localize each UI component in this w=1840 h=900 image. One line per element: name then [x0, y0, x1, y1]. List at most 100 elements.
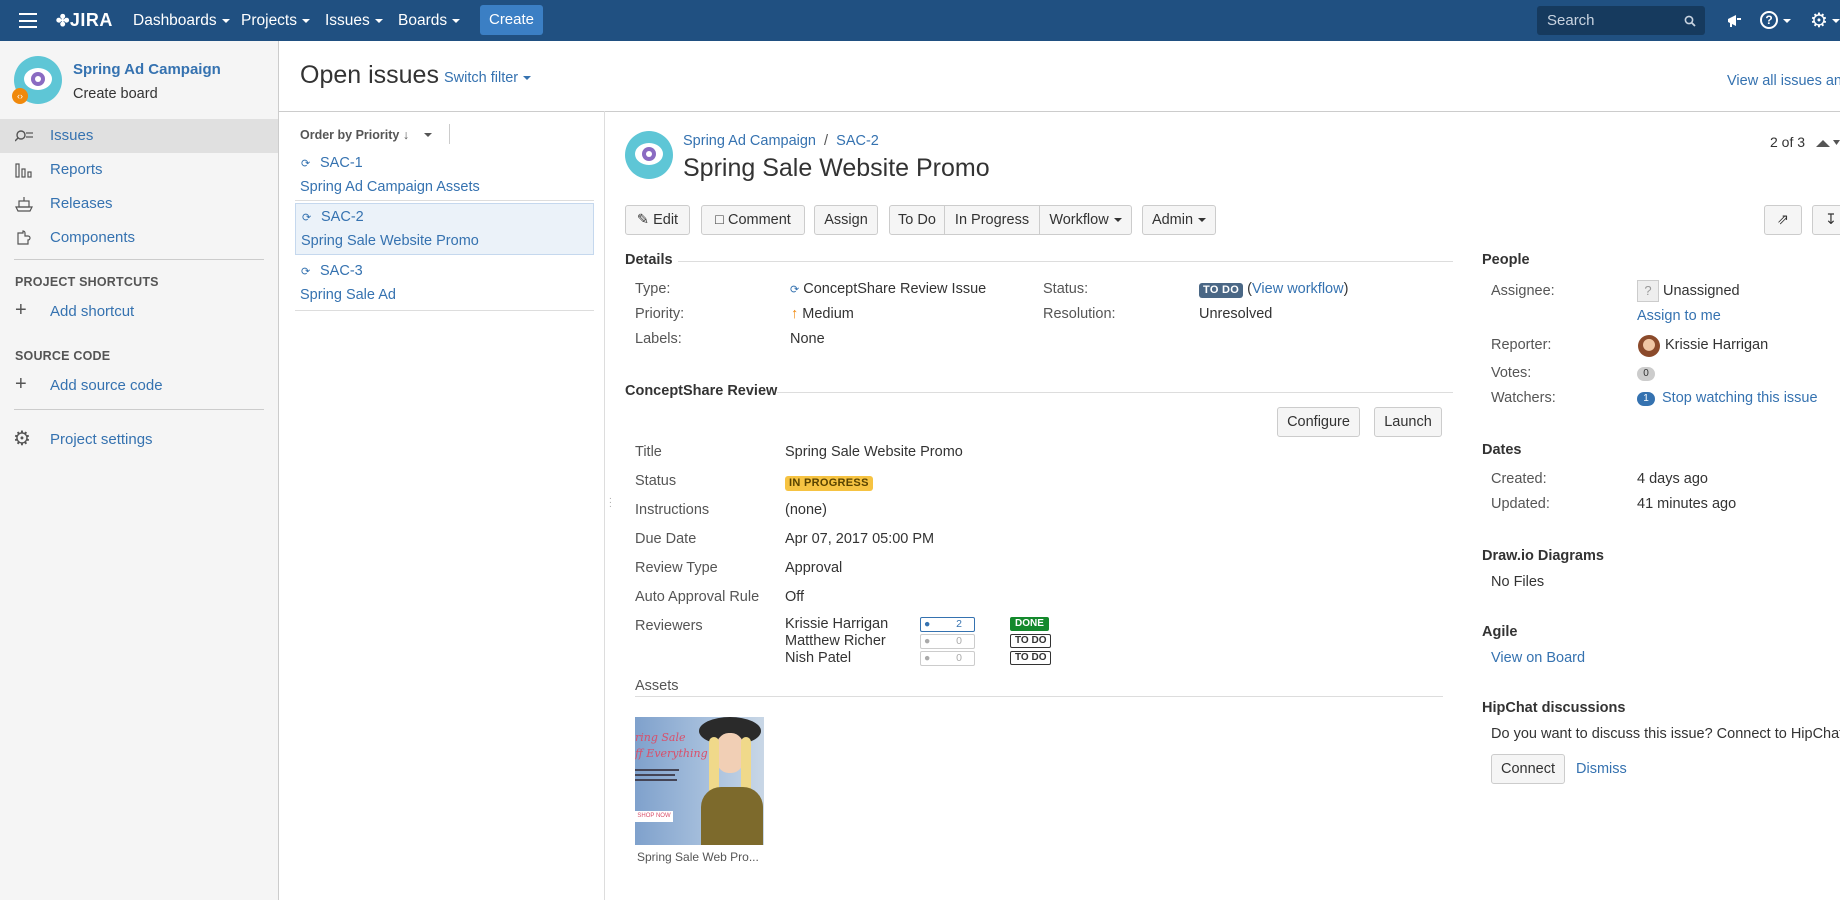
- launch-button[interactable]: Launch: [1374, 407, 1442, 437]
- breadcrumb-issue-key-link[interactable]: SAC-2: [836, 133, 879, 149]
- edit-button[interactable]: ✎ Edit: [625, 205, 690, 235]
- comment-button[interactable]: □ Comment: [701, 205, 805, 235]
- resolution-label: Resolution:: [1043, 306, 1116, 322]
- notifications-icon[interactable]: [1726, 12, 1743, 29]
- created-label: Created:: [1491, 471, 1547, 487]
- reviewer-comments-count[interactable]: ● 2: [920, 617, 975, 632]
- add-source-code-link[interactable]: + Add source code: [0, 369, 278, 403]
- list-item[interactable]: ⟳ SAC-1 Spring Ad Campaign Assets: [295, 149, 594, 201]
- reviewer-status-badge: DONE: [1010, 617, 1049, 631]
- view-workflow-link[interactable]: View workflow: [1252, 281, 1344, 297]
- instructions-value: (none): [785, 502, 827, 518]
- dates-heading: Dates: [1482, 442, 1522, 458]
- stop-watching-link[interactable]: Stop watching this issue: [1662, 390, 1818, 406]
- conceptshare-review-heading: ConceptShare Review: [625, 383, 778, 399]
- assets-label: Assets: [635, 678, 679, 694]
- next-issue-arrow-icon[interactable]: [1833, 138, 1840, 148]
- type-label: Type:: [635, 281, 671, 297]
- order-by-dropdown[interactable]: Order by Priority ↓: [300, 128, 409, 142]
- view-on-board-link[interactable]: View on Board: [1491, 650, 1585, 666]
- labels-value[interactable]: None: [790, 331, 825, 347]
- previous-issue-arrow-icon[interactable]: [1815, 138, 1831, 148]
- to-do-button[interactable]: To Do: [889, 205, 945, 235]
- issue-key: SAC-1: [320, 155, 363, 171]
- sidebar-item-issues[interactable]: Issues: [0, 119, 278, 153]
- auto-approval-label: Auto Approval Rule: [635, 589, 760, 605]
- sidebar-item-releases[interactable]: Releases: [0, 187, 278, 221]
- in-progress-button[interactable]: In Progress: [944, 205, 1040, 235]
- view-all-issues-link[interactable]: View all issues an: [1727, 73, 1840, 89]
- share-button[interactable]: ⇗: [1764, 205, 1802, 235]
- create-button[interactable]: Create: [480, 5, 543, 35]
- jira-logo-icon: ✤: [56, 13, 70, 30]
- due-date-label: Due Date: [635, 531, 697, 547]
- assign-to-me-link[interactable]: Assign to me: [1637, 308, 1721, 324]
- reviewer-comments-count[interactable]: ● 0: [920, 634, 975, 649]
- list-item[interactable]: ⟳ SAC-3 Spring Sale Ad: [295, 257, 594, 311]
- search-input[interactable]: Search: [1537, 6, 1705, 35]
- reviewer-comments-count[interactable]: ● 0: [920, 651, 975, 666]
- pencil-icon: ✎: [636, 212, 650, 228]
- connect-button[interactable]: Connect: [1491, 754, 1565, 784]
- reports-icon: [15, 163, 32, 178]
- asset-thumbnail[interactable]: ring Sale ff Everything SHOP NOW: [635, 717, 764, 845]
- asset-art-line-2: ff Everything: [635, 747, 708, 760]
- assign-button[interactable]: Assign: [814, 205, 878, 235]
- nav-projects[interactable]: Projects: [241, 0, 310, 41]
- details-heading: Details: [625, 252, 673, 268]
- reporter-avatar: [1638, 335, 1660, 357]
- jira-logo[interactable]: ✤JIRA: [56, 0, 113, 41]
- votes-count-badge[interactable]: 0: [1637, 367, 1655, 381]
- export-button[interactable]: ↧: [1812, 205, 1840, 235]
- due-date-value: Apr 07, 2017 05:00 PM: [785, 531, 935, 547]
- reporter-value[interactable]: Krissie Harrigan: [1665, 337, 1768, 353]
- list-item[interactable]: ⟳ SAC-2 Spring Sale Website Promo: [295, 203, 594, 255]
- issue-summary: Spring Sale Ad: [300, 287, 396, 303]
- settings-gear-icon[interactable]: ⚙: [1810, 8, 1828, 33]
- plus-icon: +: [15, 373, 27, 395]
- hipchat-heading: HipChat discussions: [1482, 700, 1626, 716]
- issue-type-icon: ⟳: [302, 212, 312, 224]
- agile-heading: Agile: [1482, 624, 1518, 640]
- priority-value: ↑ Medium: [791, 306, 854, 322]
- project-settings-link[interactable]: ⚙ Project settings: [0, 423, 278, 457]
- app-switcher-icon[interactable]: [19, 13, 37, 28]
- order-direction-toggle[interactable]: [424, 133, 432, 137]
- review-type-value: Approval: [785, 560, 843, 576]
- resize-handle[interactable]: ...: [609, 492, 612, 510]
- configure-button[interactable]: Configure: [1277, 407, 1360, 437]
- resolution-value: Unresolved: [1199, 306, 1273, 322]
- sidebar-item-reports[interactable]: Reports: [0, 153, 278, 187]
- switch-filter-dropdown[interactable]: Switch filter: [444, 70, 532, 86]
- type-value: ⟳ ConceptShare Review Issue: [790, 281, 987, 297]
- nav-boards[interactable]: Boards: [398, 0, 461, 41]
- top-navigation: ✤JIRA Dashboards Projects Issues Boards …: [0, 0, 1840, 41]
- project-name[interactable]: Spring Ad Campaign: [73, 61, 221, 78]
- help-icon[interactable]: ?: [1760, 11, 1778, 29]
- sidebar-item-components[interactable]: Components: [0, 221, 278, 255]
- components-icon: [17, 230, 31, 245]
- asset-caption[interactable]: Spring Sale Web Pro...: [637, 850, 759, 864]
- dismiss-link[interactable]: Dismiss: [1576, 761, 1627, 777]
- project-sidebar: ‹› Spring Ad Campaign Create board Issue…: [0, 41, 279, 900]
- assignee-value: Unassigned: [1663, 283, 1740, 299]
- people-heading: People: [1482, 252, 1530, 268]
- issue-pager: 2 of 3: [1770, 134, 1806, 150]
- status-badge: TO DO: [1199, 283, 1244, 298]
- breadcrumb-project-link[interactable]: Spring Ad Campaign: [683, 133, 816, 149]
- workflow-dropdown[interactable]: Workflow: [1039, 205, 1132, 235]
- conceptshare-issue-type-icon: ⟳: [790, 284, 800, 296]
- review-title-value: Spring Sale Website Promo: [785, 444, 963, 460]
- project-avatar[interactable]: ‹›: [12, 56, 62, 104]
- create-board-link[interactable]: Create board: [73, 86, 158, 102]
- page-title: Open issues: [300, 61, 439, 89]
- votes-label: Votes:: [1491, 365, 1532, 381]
- assignee-label: Assignee:: [1491, 283, 1555, 299]
- watchers-count-badge[interactable]: 1: [1637, 392, 1655, 406]
- admin-dropdown[interactable]: Admin: [1142, 205, 1216, 235]
- issue-type-icon: ⟳: [301, 158, 311, 170]
- search-icon: [1684, 15, 1696, 27]
- add-shortcut-link[interactable]: + Add shortcut: [0, 295, 278, 329]
- nav-dashboards[interactable]: Dashboards: [133, 0, 230, 41]
- nav-issues[interactable]: Issues: [325, 0, 383, 41]
